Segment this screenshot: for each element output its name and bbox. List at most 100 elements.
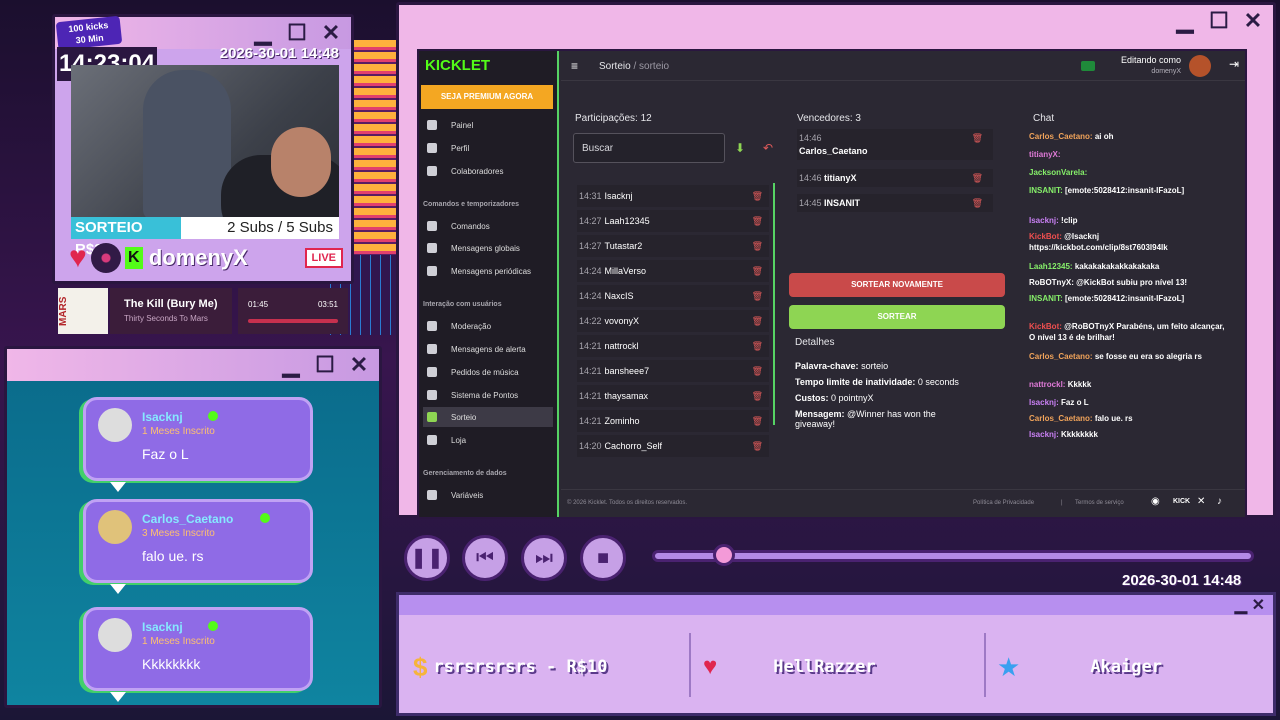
stop-button[interactable]: ■ [580,535,626,581]
participant-row: 14:21 nattrockl 🗑 [577,335,769,357]
progress-track[interactable] [652,550,1254,562]
reset-icon[interactable]: ↶ [763,141,773,155]
footer-privacy-link[interactable]: Política de Privacidade [973,500,1034,506]
track-title: The Kill (Bury Me) [124,298,218,310]
minimize-icon[interactable]: ▁ [277,352,305,378]
chat-text: [emote:5028412:insanit-IFazoL] [1065,186,1185,195]
sidebar-item-perfil[interactable]: Perfil [423,138,553,158]
sidebar-item-variaveis[interactable]: Variáveis [423,485,553,505]
close-icon[interactable]: ✕ [317,20,345,46]
sidebar-item-mensagens-periodicas[interactable]: Mensagens periódicas [423,261,553,281]
sidebar-item-pedidos-musica[interactable]: Pedidos de música [423,362,553,382]
trash-icon[interactable]: 🗑 [972,133,983,144]
minimize-icon[interactable]: ▁ [1171,8,1199,34]
pause-button[interactable]: ❚❚ [404,535,450,581]
participant-row: 14:21 bansheee7 🗑 [577,360,769,382]
tiktok-icon[interactable]: ♪ [1217,496,1222,507]
close-icon[interactable]: ✕ [1252,595,1265,615]
avatar[interactable] [1189,55,1211,77]
footer-terms-link[interactable]: Termos de serviço [1075,500,1124,506]
flag-icon[interactable] [1081,61,1095,71]
chat-text: Kkkkkkkk [1061,430,1098,439]
chat-user: Isacknj: [1029,216,1059,225]
download-icon[interactable]: ⬇ [735,141,745,155]
winner-time: 14:46 [799,173,822,183]
chat-alert-card: Isacknj 1 Meses Inscrito Faz o L [83,397,313,492]
sidebar-item-sorteio[interactable]: Sorteio [423,407,553,427]
trash-icon[interactable]: 🗑 [752,435,763,457]
participant-time: 14:21 [579,366,602,376]
trash-icon[interactable]: 🗑 [752,235,763,257]
trash-icon[interactable]: 🗑 [752,310,763,332]
sidebar: KICKLET SEJA PREMIUM AGORA Painel Perfil… [419,51,559,517]
participant-row: 14:22 vovonyX 🗑 [577,310,769,332]
chat-user: Isacknj: [1029,430,1059,439]
chat-message: Carlos_Caetano: se fosse eu era so alegr… [1029,351,1225,362]
sidebar-item-sistema-pontos[interactable]: Sistema de Pontos [423,385,553,405]
maximize-icon[interactable]: ☐ [1205,8,1233,34]
participant-time: 14:31 [579,191,602,201]
kicklet-logo[interactable]: KICKLET [425,57,490,74]
window-controls: ▁ ☐ ✕ [277,352,373,378]
alert-user: Isacknj [142,620,183,634]
shield-icon [427,321,437,331]
sidebar-item-colaboradores[interactable]: Colaboradores [423,161,553,181]
minimize-icon[interactable]: ▁ [1235,595,1247,615]
breadcrumb: Sorteio / sorteio [599,61,669,72]
premium-button[interactable]: SEJA PREMIUM AGORA [421,85,553,109]
chat-user: KickBot: [1029,232,1062,241]
sidebar-item-comandos[interactable]: Comandos [423,216,553,236]
participants-title: Participações: 12 [575,113,652,124]
menu-icon[interactable]: ≡ [571,59,578,73]
trash-icon[interactable]: 🗑 [752,210,763,232]
participant-time: 14:21 [579,416,602,426]
trash-icon[interactable]: 🗑 [972,173,983,184]
x-icon[interactable]: ✕ [1197,496,1205,507]
sidebar-item-mensagens-alerta[interactable]: Mensagens de alerta [423,339,553,359]
logout-icon[interactable]: ⇥ [1229,57,1239,71]
trash-icon[interactable]: 🗑 [752,360,763,382]
breadcrumb-main[interactable]: Sorteio [599,61,631,72]
kick-icon[interactable]: KICK [1173,498,1190,505]
chat-user: Carlos_Caetano: [1029,414,1093,423]
winner-name: titianyX [824,173,857,183]
window-controls: ▁ ☐ ✕ [1171,8,1267,34]
next-button[interactable]: ⏭ [521,535,567,581]
trash-icon[interactable]: 🗑 [752,185,763,207]
chat-text: se fosse eu era so alegria rs [1094,352,1202,361]
trash-icon[interactable]: 🗑 [972,198,983,209]
live-badge: LIVE [304,248,343,268]
minimize-icon[interactable]: ▁ [249,20,277,46]
close-icon[interactable]: ✕ [345,352,373,378]
previous-button[interactable]: ⏮ [462,535,508,581]
sorteio-label: SORTEIO R$30 [71,217,181,258]
close-icon[interactable]: ✕ [1239,8,1267,34]
vinyl-icon [90,243,121,273]
maximize-icon[interactable]: ☐ [311,352,339,378]
sidebar-item-loja[interactable]: Loja [423,430,553,450]
discord-icon[interactable]: ◉ [1151,496,1160,507]
avatar [98,408,132,442]
progress-knob[interactable] [713,544,736,566]
trash-icon[interactable]: 🗑 [752,385,763,407]
maximize-icon[interactable]: ☐ [283,20,311,46]
search-input[interactable]: Buscar [573,133,725,163]
trash-icon[interactable]: 🗑 [752,335,763,357]
sidebar-item-mensagens-globais[interactable]: Mensagens globais [423,238,553,258]
trash-icon[interactable]: 🗑 [752,285,763,307]
scrollbar[interactable] [773,183,775,425]
trash-icon[interactable]: 🗑 [752,410,763,432]
sub-badge-icon [208,621,218,631]
draw-button[interactable]: SORTEAR [789,305,1005,329]
participant-time: 14:20 [579,441,602,451]
redraw-button[interactable]: SORTEAR NOVAMENTE [789,273,1005,297]
star-icon [427,390,437,400]
chat-user: Isacknj: [1029,398,1059,407]
sidebar-item-painel[interactable]: Painel [423,115,553,135]
chat-text: ai oh [1094,132,1114,141]
trash-icon[interactable]: 🗑 [752,260,763,282]
sidebar-item-moderacao[interactable]: Moderação [423,316,553,336]
chat-message: INSANIT: [emote:5028412:insanit-IFazoL] [1029,185,1225,196]
alert-message: Kkkkkkkk [142,656,201,672]
sidebar-section-interaction: Interação com usuários [423,301,502,308]
